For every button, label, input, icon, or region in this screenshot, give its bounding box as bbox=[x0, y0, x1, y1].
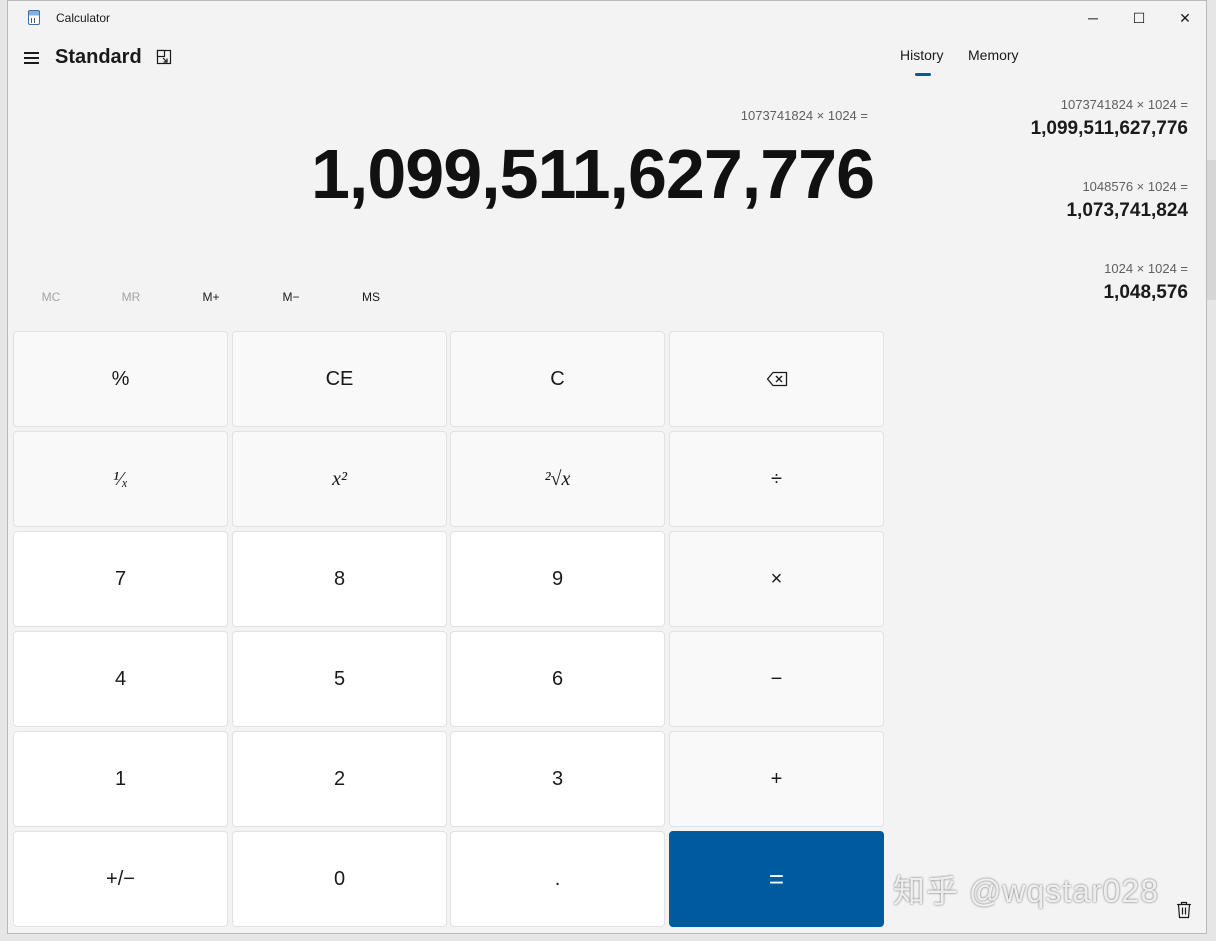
backspace-button[interactable] bbox=[669, 331, 884, 427]
digit-2-button[interactable]: 2 bbox=[232, 731, 447, 827]
digit-6-button[interactable]: 6 bbox=[450, 631, 665, 727]
keypad: % CE C ¹⁄ₓ x² ²√x ÷ 7 8 9 × 4 5 6 − 1 2 … bbox=[13, 331, 884, 930]
negate-button[interactable]: +/− bbox=[13, 831, 228, 927]
close-button[interactable]: ✕ bbox=[1162, 1, 1208, 35]
digit-4-button[interactable]: 4 bbox=[13, 631, 228, 727]
memory-recall-button[interactable]: MR bbox=[91, 284, 171, 310]
keep-on-top-icon[interactable] bbox=[156, 49, 172, 65]
memory-row: MC MR M+ M− MS bbox=[8, 284, 458, 310]
tab-memory[interactable]: Memory bbox=[968, 47, 1019, 63]
clear-entry-button[interactable]: CE bbox=[232, 331, 447, 427]
clear-button[interactable]: C bbox=[450, 331, 665, 427]
history-item[interactable]: 1073741824 × 1024 = 1,099,511,627,776 bbox=[1031, 97, 1188, 140]
add-button[interactable]: + bbox=[669, 731, 884, 827]
window-title: Calculator bbox=[56, 11, 111, 25]
memory-clear-button[interactable]: MC bbox=[11, 284, 91, 310]
history-result: 1,099,511,627,776 bbox=[1030, 118, 1188, 139]
square-button[interactable]: x² bbox=[232, 431, 447, 527]
title-bar: Calculator ─ ☐ ✕ bbox=[8, 1, 1206, 35]
calculator-app-icon bbox=[28, 10, 40, 25]
memory-subtract-button[interactable]: M− bbox=[251, 284, 331, 310]
calculator-window: Calculator ─ ☐ ✕ Standard 1073741824 × 1… bbox=[7, 0, 1207, 934]
memory-add-button[interactable]: M+ bbox=[171, 284, 251, 310]
mode-title: Standard bbox=[55, 46, 142, 68]
digit-3-button[interactable]: 3 bbox=[450, 731, 665, 827]
history-expression: 1048576 × 1024 = bbox=[1082, 179, 1188, 194]
digit-1-button[interactable]: 1 bbox=[13, 731, 228, 827]
hamburger-menu-icon[interactable] bbox=[24, 49, 40, 65]
backspace-icon bbox=[766, 371, 787, 387]
equals-button[interactable]: = bbox=[669, 831, 884, 927]
maximize-button[interactable]: ☐ bbox=[1116, 1, 1162, 35]
percent-button[interactable]: % bbox=[13, 331, 228, 427]
trash-icon[interactable] bbox=[1176, 901, 1192, 919]
digit-8-button[interactable]: 8 bbox=[232, 531, 447, 627]
result-display: 1,099,511,627,776 bbox=[310, 135, 875, 213]
multiply-button[interactable]: × bbox=[669, 531, 884, 627]
active-tab-indicator bbox=[915, 73, 931, 76]
digit-7-button[interactable]: 7 bbox=[13, 531, 228, 627]
square-root-button[interactable]: ²√x bbox=[450, 431, 665, 527]
digit-0-button[interactable]: 0 bbox=[232, 831, 447, 927]
history-expression: 1024 × 1024 = bbox=[1104, 261, 1188, 276]
watermark: 知乎 @wqstar028 bbox=[893, 873, 1160, 909]
subtract-button[interactable]: − bbox=[669, 631, 884, 727]
memory-store-button[interactable]: MS bbox=[331, 284, 411, 310]
history-item[interactable]: 1048576 × 1024 = 1,073,741,824 bbox=[1066, 179, 1188, 222]
history-result: 1,073,741,824 bbox=[1066, 200, 1188, 221]
history-expression: 1073741824 × 1024 = bbox=[1060, 97, 1188, 112]
tab-history[interactable]: History bbox=[900, 47, 944, 63]
digit-9-button[interactable]: 9 bbox=[450, 531, 665, 627]
background-window-strip bbox=[1207, 160, 1216, 300]
history-item[interactable]: 1024 × 1024 = 1,048,576 bbox=[1103, 261, 1188, 304]
minimize-button[interactable]: ─ bbox=[1070, 1, 1116, 35]
digit-5-button[interactable]: 5 bbox=[232, 631, 447, 727]
history-result: 1,048,576 bbox=[1103, 282, 1188, 303]
divide-button[interactable]: ÷ bbox=[669, 431, 884, 527]
decimal-button[interactable]: . bbox=[450, 831, 665, 927]
reciprocal-button[interactable]: ¹⁄ₓ bbox=[13, 431, 228, 527]
expression-display: 1073741824 × 1024 = bbox=[740, 108, 868, 123]
